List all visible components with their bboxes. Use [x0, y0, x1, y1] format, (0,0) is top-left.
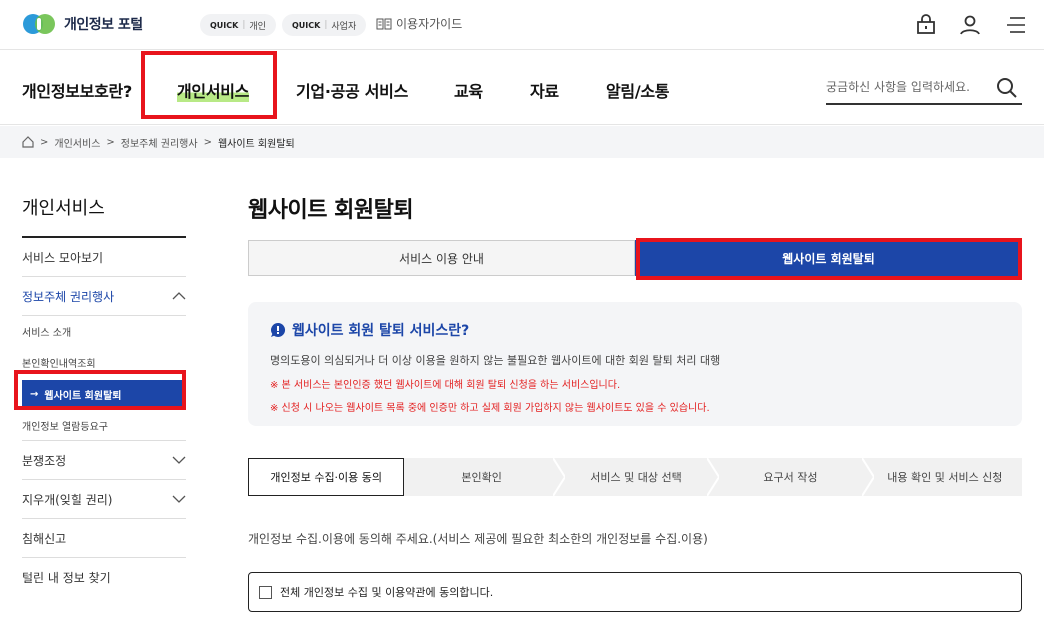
lock-icon[interactable]	[914, 13, 938, 37]
quick-tag: QUICK	[210, 20, 239, 30]
step-label: 내용 확인 및 서비스 신청	[887, 471, 1003, 484]
step-label: 본인확인	[461, 471, 502, 484]
quick-tag: QUICK	[292, 20, 321, 30]
book-icon	[376, 18, 392, 29]
side-nav-item-rights[interactable]: 정보주체 권리행사	[22, 277, 186, 316]
quick-label: 사업자	[331, 21, 357, 32]
breadcrumb-current: 웹사이트 회원탈퇴	[217, 138, 295, 150]
search-input[interactable]	[826, 73, 986, 101]
user-guide-label: 이용자가이드	[396, 17, 463, 31]
breadcrumb-separator: >	[106, 136, 115, 148]
agree-all-label: 전체 개인정보 수집 및 이용약관에 동의합니다.	[280, 586, 494, 599]
side-nav-item-report[interactable]: 침해신고	[22, 519, 186, 558]
gnb-item-education[interactable]: 교육	[454, 78, 483, 102]
breadcrumb-separator: >	[203, 136, 212, 148]
agree-all-checkbox[interactable]	[259, 585, 272, 599]
chevron-down-icon	[172, 495, 186, 503]
annotation-box-gnb	[141, 51, 277, 119]
page-title: 웹사이트 회원탈퇴	[248, 198, 414, 223]
gnb-item-notice[interactable]: 알림/소통	[606, 78, 670, 102]
gnb-item-about[interactable]: 개인정보보호란?	[22, 78, 132, 102]
info-heading-text: 웹사이트 회원 탈퇴 서비스란?	[292, 323, 470, 339]
breadcrumb-item[interactable]: 정보주체 권리행사	[121, 135, 198, 150]
step-consent: 개인정보 수집·이용 동의	[248, 458, 405, 496]
step-service-select: 서비스 및 대상 선택	[559, 458, 720, 496]
breadcrumb-separator: >	[40, 136, 49, 148]
info-box: 웹사이트 회원 탈퇴 서비스란? 명의도용이 의심되거나 더 이상 이용을 원하…	[248, 302, 1022, 426]
info-warning: ※ 본 서비스는 본인인증 했던 웹사이트에 대해 회원 탈퇴 신청을 하는 서…	[270, 380, 621, 391]
side-nav-label: 분쟁조정	[22, 453, 67, 468]
quick-label: 개인	[249, 21, 266, 32]
step-verification: 본인확인	[404, 458, 565, 496]
step-confirm-submit: 내용 확인 및 서비스 신청	[868, 458, 1022, 496]
gnb-item-resources[interactable]: 자료	[530, 78, 559, 102]
user-guide-link[interactable]: 이용자가이드	[376, 15, 462, 32]
side-nav-item-service-overview[interactable]: 서비스 모아보기	[22, 238, 186, 277]
side-nav-label: 침해신고	[22, 531, 67, 546]
step-label: 요구서 작성	[763, 471, 818, 484]
logo[interactable]: 개인정보 포털	[22, 12, 143, 36]
annotation-box-tab	[636, 238, 1022, 280]
side-nav-label: 지우개(잊힐 권리)	[22, 492, 113, 507]
side-nav-item-eraser[interactable]: 지우개(잊힐 권리)	[22, 480, 186, 519]
consent-instruction: 개인정보 수집.이용에 동의해 주세요.(서비스 제공에 필요한 최소한의 개인…	[248, 532, 708, 546]
quick-personal-button[interactable]: QUICK | 개인	[200, 14, 276, 36]
info-description: 명의도용이 의심되거나 더 이상 이용을 원하지 않는 불필요한 웹사이트에 대…	[270, 354, 721, 367]
side-nav-title: 개인서비스	[22, 176, 186, 238]
gnb-item-enterprise-service[interactable]: 기업·공공 서비스	[296, 78, 408, 102]
side-nav-label: 털린 내 정보 찾기	[22, 571, 111, 585]
hamburger-menu-icon[interactable]	[1004, 13, 1028, 37]
chevron-up-icon	[172, 292, 186, 300]
breadcrumb-item[interactable]: 개인서비스	[54, 135, 100, 150]
home-icon[interactable]	[22, 136, 34, 148]
step-label: 서비스 및 대상 선택	[590, 471, 682, 484]
step-label: 개인정보 수집·이용 동의	[270, 471, 383, 484]
quick-business-button[interactable]: QUICK | 사업자	[282, 14, 367, 36]
search-box	[826, 73, 1022, 105]
side-nav-label: 서비스 모아보기	[22, 250, 104, 265]
chevron-down-icon	[172, 456, 186, 464]
annotation-box-sidenav	[14, 370, 186, 410]
side-nav-sub-service-intro[interactable]: 서비스 소개	[22, 316, 186, 347]
brand-name: 개인정보 포털	[64, 17, 143, 33]
logo-icon	[23, 14, 55, 34]
agree-all-box[interactable]: 전체 개인정보 수집 및 이용약관에 동의합니다.	[248, 572, 1022, 612]
side-nav-label: 정보주체 권리행사	[22, 289, 115, 304]
info-bubble-icon	[271, 322, 286, 337]
info-heading: 웹사이트 회원 탈퇴 서비스란?	[270, 320, 1022, 340]
side-nav-item-leaked-info[interactable]: 털린 내 정보 찾기	[22, 558, 186, 597]
tab-service-guide[interactable]: 서비스 이용 안내	[248, 240, 635, 276]
top-bar: 개인정보 포털 QUICK | 개인 QUICK | 사업자 이용자가이드	[0, 0, 1044, 50]
user-icon[interactable]	[958, 13, 982, 37]
side-nav-item-dispute[interactable]: 분쟁조정	[22, 441, 186, 480]
search-icon[interactable]	[996, 77, 1018, 99]
step-request-form: 요구서 작성	[713, 458, 874, 496]
step-indicator: 개인정보 수집·이용 동의 본인확인 서비스 및 대상 선택 요구서 작성 내용…	[248, 458, 1022, 496]
side-nav-sub-access-request[interactable]: 개인정보 열람등요구	[22, 410, 186, 441]
info-warning: ※ 신청 시 나오는 웹사이트 목록 중에 인증만 하고 실제 회원 가입하지 …	[270, 403, 710, 414]
breadcrumb: > 개인서비스 > 정보주체 권리행사 > 웹사이트 회원탈퇴	[0, 126, 1044, 158]
